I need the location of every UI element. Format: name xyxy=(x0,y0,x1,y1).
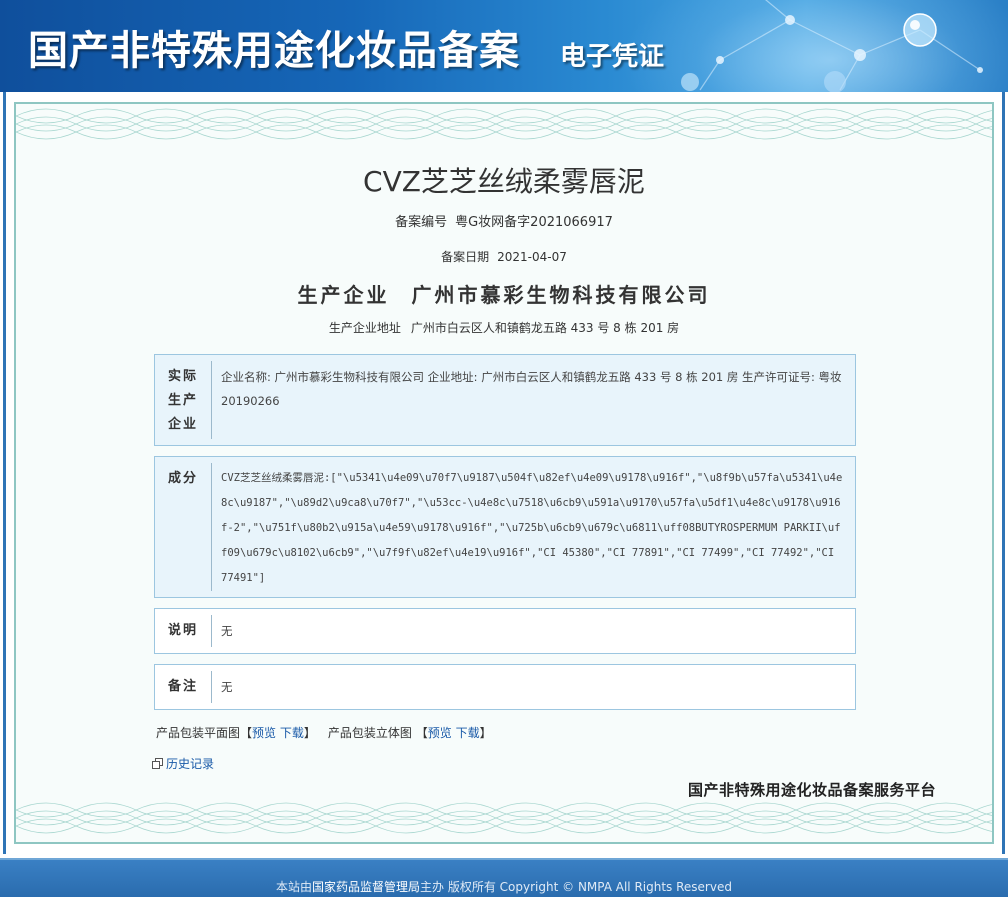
address-value: 广州市白云区人和镇鹤龙五路 433 号 8 栋 201 房 xyxy=(410,321,680,335)
banner-title: 国产非特殊用途化妆品备案 xyxy=(28,27,520,74)
history-icon xyxy=(152,758,163,769)
note-content: 无 xyxy=(221,624,233,638)
record-number-line: 备案编号 粤G妆网备字2021066917 xyxy=(0,211,1008,230)
address-line: 生产企业地址 广州市白云区人和镇鹤龙五路 433 号 8 栋 201 房 xyxy=(0,319,1008,336)
enterprise-value: 广州市慕彩生物科技有限公司 xyxy=(411,283,711,307)
history-link[interactable]: 历史记录 xyxy=(152,755,214,772)
ingredients-box: 成分 CVZ芝芝丝绒柔雾唇泥:["\u5341\u4e09\u70f7\u918… xyxy=(154,456,856,598)
bracket-close: 】 xyxy=(303,726,316,740)
flat-image-label: 产品包装平面图 xyxy=(156,726,241,740)
note-label: 说明 xyxy=(167,623,198,638)
platform-name: 国产非特殊用途化妆品备案服务平台 xyxy=(688,781,937,799)
bracket-close: 】 xyxy=(479,726,492,740)
actual-producer-content: 企业名称: 广州市慕彩生物科技有限公司 企业地址: 广州市白云区人和镇鹤龙五路 … xyxy=(221,370,842,408)
solid-download-link[interactable]: 下载 xyxy=(456,726,480,740)
actual-producer-label: 实际生产企业 xyxy=(167,369,198,432)
footer-org: 国家药品监督管理局 xyxy=(312,880,421,894)
package-images-line: 产品包装平面图【预览 下载】 产品包装立体图 【预览 下载】 xyxy=(156,724,492,741)
record-date-label: 备案日期 xyxy=(441,250,490,264)
history-link-label: 历史记录 xyxy=(166,757,215,771)
address-label: 生产企业地址 xyxy=(328,321,401,335)
remark-label: 备注 xyxy=(167,679,198,694)
flat-preview-link[interactable]: 预览 xyxy=(252,726,276,740)
banner-subtitle: 电子凭证 xyxy=(560,42,665,72)
footer-text: 本站由国家药品监督管理局主办 版权所有 Copyright © NMPA All… xyxy=(0,878,1008,895)
remark-content: 无 xyxy=(221,680,233,694)
footer: 本站由国家药品监督管理局主办 版权所有 Copyright © NMPA All… xyxy=(0,858,1008,897)
flat-download-link[interactable]: 下载 xyxy=(280,726,304,740)
actual-producer-box: 实际生产企业 企业名称: 广州市慕彩生物科技有限公司 企业地址: 广州市白云区人… xyxy=(154,354,856,446)
ingredients-label: 成分 xyxy=(167,471,198,486)
record-date-line: 备案日期 2021-04-07 xyxy=(0,248,1008,265)
ingredients-content: CVZ芝芝丝绒柔雾唇泥:["\u5341\u4e09\u70f7\u9187\u… xyxy=(221,472,843,584)
record-date-value: 2021-04-07 xyxy=(497,250,567,264)
guilloche-bottom-decoration xyxy=(16,802,992,834)
note-box: 说明 无 xyxy=(154,608,856,654)
solid-image-label: 产品包装立体图 xyxy=(327,726,412,740)
solid-preview-link[interactable]: 预览 xyxy=(428,726,452,740)
footer-pre: 本站由 xyxy=(276,880,313,894)
enterprise-line: 生产企业 广州市慕彩生物科技有限公司 xyxy=(0,279,1008,308)
remark-box: 备注 无 xyxy=(154,664,856,710)
record-number-value: 粤G妆网备字2021066917 xyxy=(455,215,613,230)
enterprise-label: 生产企业 xyxy=(297,283,390,307)
footer-post: 主办 版权所有 Copyright © NMPA All Rights Rese… xyxy=(420,880,732,894)
record-number-label: 备案编号 xyxy=(395,215,448,230)
product-name: CVZ芝芝丝绒柔雾唇泥 xyxy=(363,165,645,198)
guilloche-top-decoration xyxy=(16,108,992,140)
bracket-open: 【 xyxy=(240,726,253,740)
bracket-open: 【 xyxy=(415,726,428,740)
header-banner: 国产非特殊用途化妆品备案 电子凭证 xyxy=(0,0,1008,92)
